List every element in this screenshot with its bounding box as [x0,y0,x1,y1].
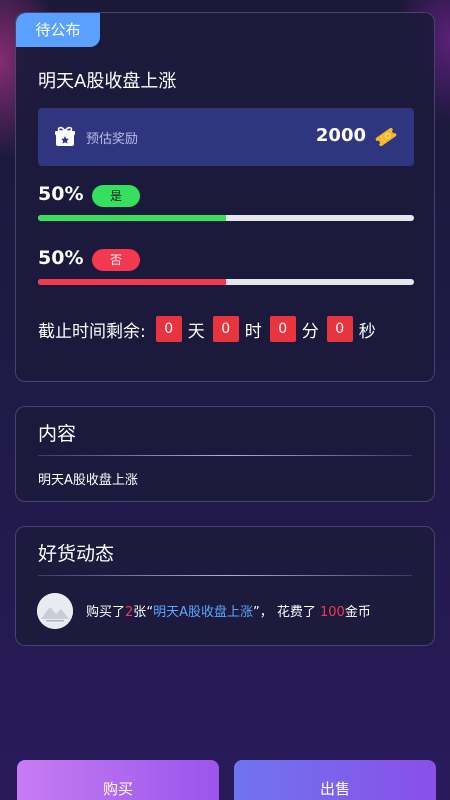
yes-progress-fill [38,215,226,221]
content-text: 明天A股收盘上涨 [38,473,138,488]
no-progress-bar [38,279,414,285]
countdown-seconds-unit: 秒 [358,321,376,342]
no-progress-fill [38,279,226,285]
feed-item-name[interactable]: 明天A股收盘上涨 [153,605,253,620]
feed-unit: 张 [133,605,147,620]
countdown-minutes-unit: 分 [301,321,319,342]
divider [38,575,412,576]
countdown-seconds: 0 [326,316,353,342]
feed-prefix: 购买了 [86,605,126,620]
countdown-minutes: 0 [269,316,296,342]
ticket-icon [375,127,397,147]
feed-item: 购买了2张“明天A股收盘上涨”， 花费了 100金币 [86,601,371,620]
reward-label: 预估奖励 [86,132,139,147]
avatar [37,593,73,629]
reward-value: 2000 [315,125,366,146]
feed-amount: 100 [320,605,345,620]
market-card: 待公布 明天A股收盘上涨 预估奖励 2000 50% 是 50% 否 截止时间剩… [15,12,435,382]
feed-quote-close: ”， [252,605,273,620]
yes-progress-bar [38,215,414,221]
countdown: 截止时间剩余: 0 天 0 时 0 分 0 秒 [38,315,384,343]
yes-option-pill[interactable]: 是 [92,185,140,207]
no-option-pill[interactable]: 否 [92,249,140,271]
market-title: 明天A股收盘上涨 [38,71,177,92]
yes-percent: 50% [38,183,84,205]
countdown-hours-unit: 时 [244,321,262,342]
reward-panel: 预估奖励 2000 [38,108,414,166]
countdown-label: 截止时间剩余: [38,321,146,342]
countdown-days: 0 [155,316,182,342]
content-card: 内容 明天A股收盘上涨 [15,406,435,502]
divider [38,455,412,456]
countdown-hours: 0 [212,316,239,342]
no-percent: 50% [38,247,84,269]
gift-icon [55,126,75,146]
content-heading: 内容 [38,423,77,445]
sell-button[interactable]: 出售 [234,760,436,800]
feed-heading: 好货动态 [38,543,115,565]
feed-currency: 金币 [344,605,371,620]
countdown-days-unit: 天 [187,321,205,342]
avatar-image-icon [37,593,73,629]
buy-button[interactable]: 购买 [17,760,219,800]
feed-spent-label: 花费了 [276,605,316,620]
feed-card: 好货动态 购买了2张“明天A股收盘上涨”， 花费了 100金币 [15,526,435,646]
status-badge: 待公布 [16,13,100,47]
